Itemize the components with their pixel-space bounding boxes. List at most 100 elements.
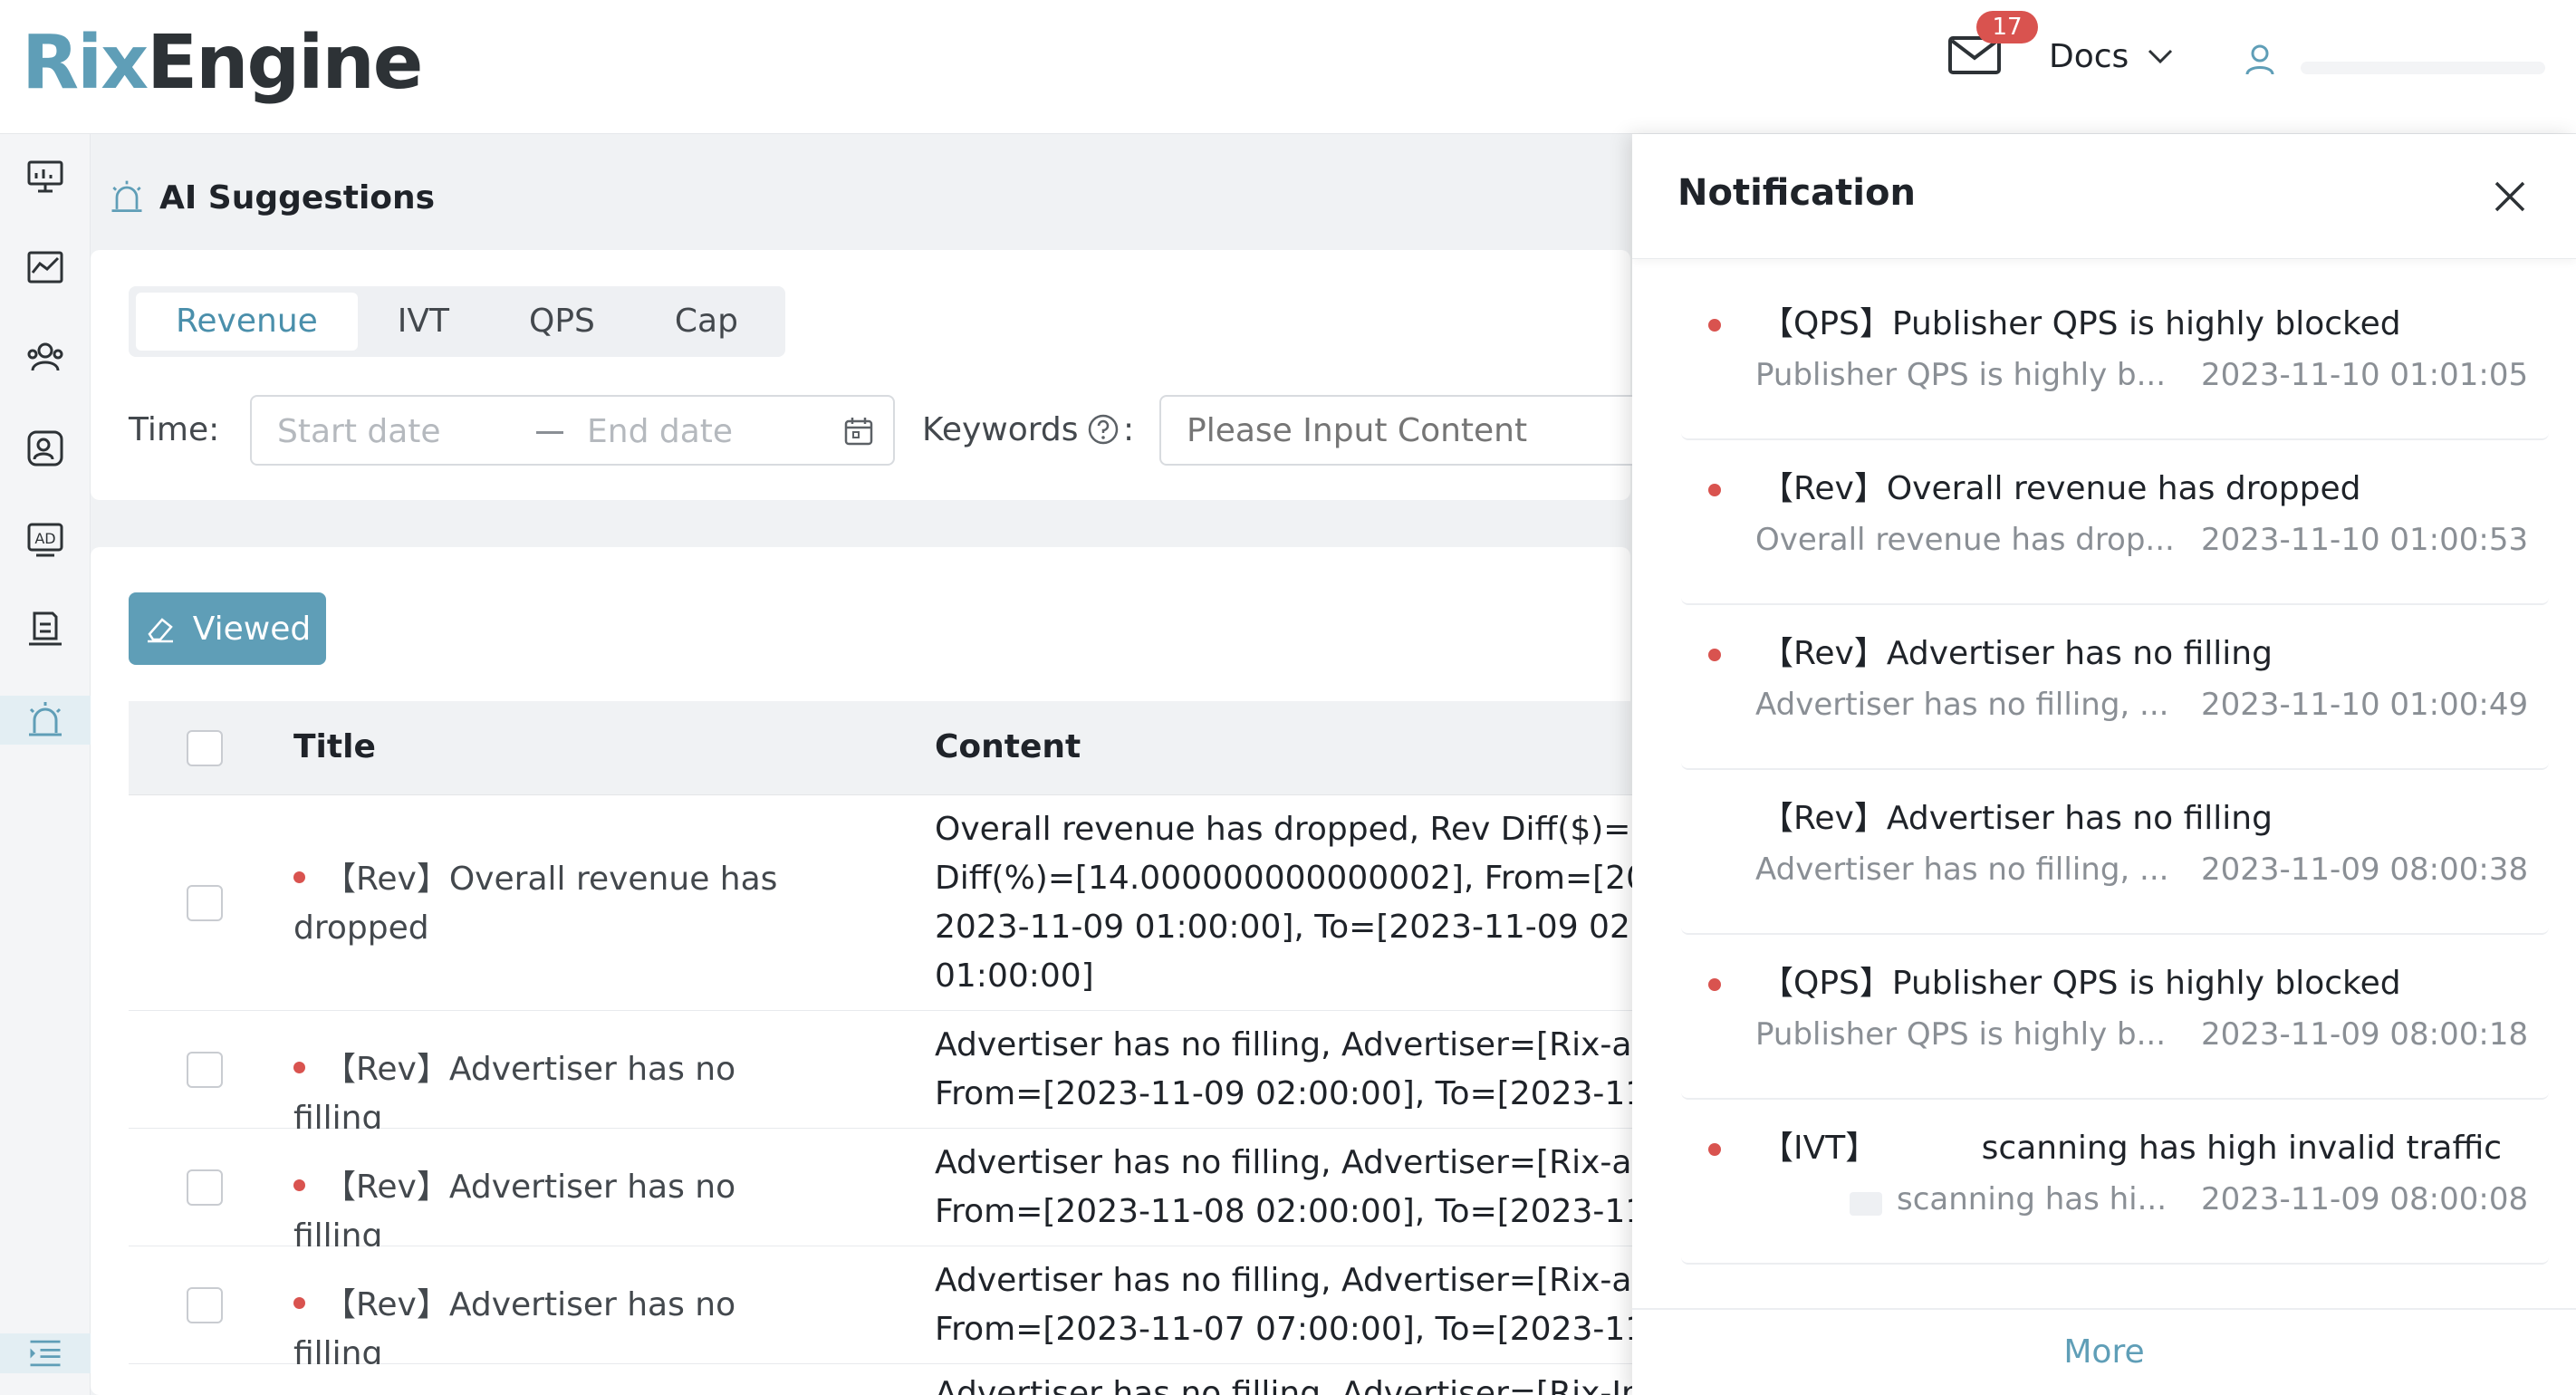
alarm-icon [29,702,62,736]
calendar-icon [844,418,873,446]
sidebar-item-ai-suggestions[interactable] [0,696,91,745]
notification-item[interactable]: 【Rev】Advertiser has no filling Advertise… [1681,609,2549,770]
notification-item-desc: Publisher QPS is highly b... [1755,1016,2167,1053]
keywords-input[interactable] [1159,395,1667,466]
users-icon [27,342,63,371]
notification-item-time: 2023-11-10 01:01:05 [2201,357,2529,393]
table-row[interactable]: 【Rev】Advertiser has no filling Advertise… [129,1246,1699,1372]
table-row[interactable]: Advertiser has no filling, Advertiser=[R… [129,1364,1668,1395]
select-all-checkbox[interactable] [187,730,223,766]
table-row[interactable]: 【Rev】Advertiser has no filling Advertise… [129,1011,1699,1137]
notification-item-title: 【Rev】Advertiser has no filling [1761,635,2273,672]
document-icon [29,611,62,646]
tab-cap[interactable]: Cap [635,293,778,351]
top-header: RixEngine 17 Docs [0,0,2576,134]
notification-item[interactable]: 【Rev】Advertiser has no filling Advertise… [1681,774,2549,935]
notification-item-title: 【Rev】Overall revenue has dropped [1761,470,2361,507]
notification-item-time: 2023-11-09 08:00:08 [2201,1181,2529,1217]
notification-item-desc: scanning has hi... [1897,1181,2167,1217]
sidebar-collapse-button[interactable] [0,1333,91,1373]
sidebar-item-account[interactable] [0,424,91,473]
notification-item-time: 2023-11-09 08:00:18 [2201,1016,2529,1053]
row-title-text: 【Rev】Advertiser has no filling [293,1169,736,1255]
notification-footer: More [1632,1308,2576,1395]
menu-fold-icon [30,1340,61,1367]
notification-item-time: 2023-11-10 01:00:49 [2201,687,2529,723]
sidebar-item-ad[interactable]: AD [0,515,91,563]
end-date-input[interactable]: End date [587,413,733,450]
page-title: AI Suggestions [159,178,436,216]
sidebar-item-report[interactable] [0,243,91,292]
date-separator [536,431,563,434]
account-icon [27,430,63,467]
notification-item[interactable]: 【IVT】 scanning has high invalid traffic … [1681,1103,2549,1265]
row-checkbox[interactable] [187,885,223,921]
notification-item-desc: Advertiser has no filling, ... [1755,687,2169,723]
notification-title: Notification [1677,172,1916,214]
row-checkbox[interactable] [187,1052,223,1088]
mail-count-badge: 17 [1976,11,2038,43]
start-date-input[interactable]: Start date [277,413,441,450]
logo[interactable]: RixEngine [22,20,423,107]
row-title-text: 【Rev】Overall revenue has dropped [293,861,778,947]
notification-item-title: 【QPS】Publisher QPS is highly blocked [1761,305,2401,342]
table-row[interactable]: 【Rev】Advertiser has no filling Advertise… [129,1129,1699,1255]
column-title[interactable]: Title [293,728,376,765]
notification-item[interactable]: 【Rev】Overall revenue has dropped Overall… [1681,444,2549,605]
unread-dot [1708,649,1721,661]
notification-item-title: 【QPS】Publisher QPS is highly blocked [1761,965,2401,1002]
chevron-down-icon[interactable] [2147,45,2174,67]
unread-dot [293,1179,305,1191]
unread-dot [1708,978,1721,991]
notification-item-time: 2023-11-10 01:00:53 [2201,522,2529,558]
column-content[interactable]: Content [935,728,1081,765]
tab-revenue[interactable]: Revenue [136,293,358,351]
unread-dot [1708,484,1721,496]
row-title: 【Rev】Overall revenue has dropped [293,855,783,953]
notification-item-title: 【Rev】Advertiser has no filling [1761,800,2273,837]
row-checkbox[interactable] [187,1287,223,1323]
notification-item-title: 【IVT】 scanning has high invalid traffic [1761,1130,2503,1167]
time-label: Time: [129,411,220,448]
eraser-icon [147,618,173,643]
row-content: Advertiser has no filling, Advertiser=[R… [935,1375,1668,1395]
notification-item-time: 2023-11-09 08:00:38 [2201,851,2529,888]
notification-header: Notification [1632,134,2576,259]
close-icon[interactable] [2491,178,2529,216]
date-range-picker[interactable]: Start date End date [250,395,895,466]
unread-dot [293,1296,305,1309]
docs-menu[interactable]: Docs [2049,38,2129,75]
notification-item[interactable]: 【QPS】Publisher QPS is highly blocked Pub… [1681,279,2549,440]
sidebar: AD [0,134,91,1395]
row-title-text: 【Rev】Advertiser has no filling [293,1286,736,1372]
alarm-icon [111,180,142,213]
more-link[interactable]: More [1632,1333,2576,1371]
notification-item-desc: Overall revenue has drop... [1755,522,2175,558]
page-heading: AI Suggestions [107,172,435,223]
ad-icon: AD [27,523,63,557]
dashboard-icon [27,160,63,193]
notification-item[interactable]: 【QPS】Publisher QPS is highly blocked Pub… [1681,938,2549,1100]
user-icon[interactable] [2244,43,2275,76]
category-tabs: Revenue IVT QPS Cap [129,286,785,357]
viewed-button[interactable]: Viewed [129,592,326,665]
keywords-label: Keywords [922,411,1079,448]
unread-dot [1708,319,1721,332]
user-name-redacted[interactable] [2301,62,2545,74]
unread-dot [1708,1143,1721,1156]
sidebar-item-users[interactable] [0,333,91,382]
report-icon [27,251,63,284]
unread-dot [293,1061,305,1073]
row-checkbox[interactable] [187,1169,223,1206]
row-title-text: 【Rev】Advertiser has no filling [293,1051,736,1137]
sidebar-item-dashboard[interactable] [0,152,91,201]
tab-qps[interactable]: QPS [489,293,635,351]
table-row[interactable]: 【Rev】Overall revenue has dropped Overall… [129,795,1700,1011]
help-icon[interactable] [1087,413,1120,446]
tab-ivt[interactable]: IVT [358,293,489,351]
logo-part-rix: Rix [22,20,149,106]
sidebar-item-document[interactable] [0,605,91,654]
notification-drawer: Notification 【QPS】Publisher QPS is highl… [1632,134,2576,1395]
logo-part-engine: Engine [147,20,423,106]
keywords-colon: : [1123,411,1135,448]
